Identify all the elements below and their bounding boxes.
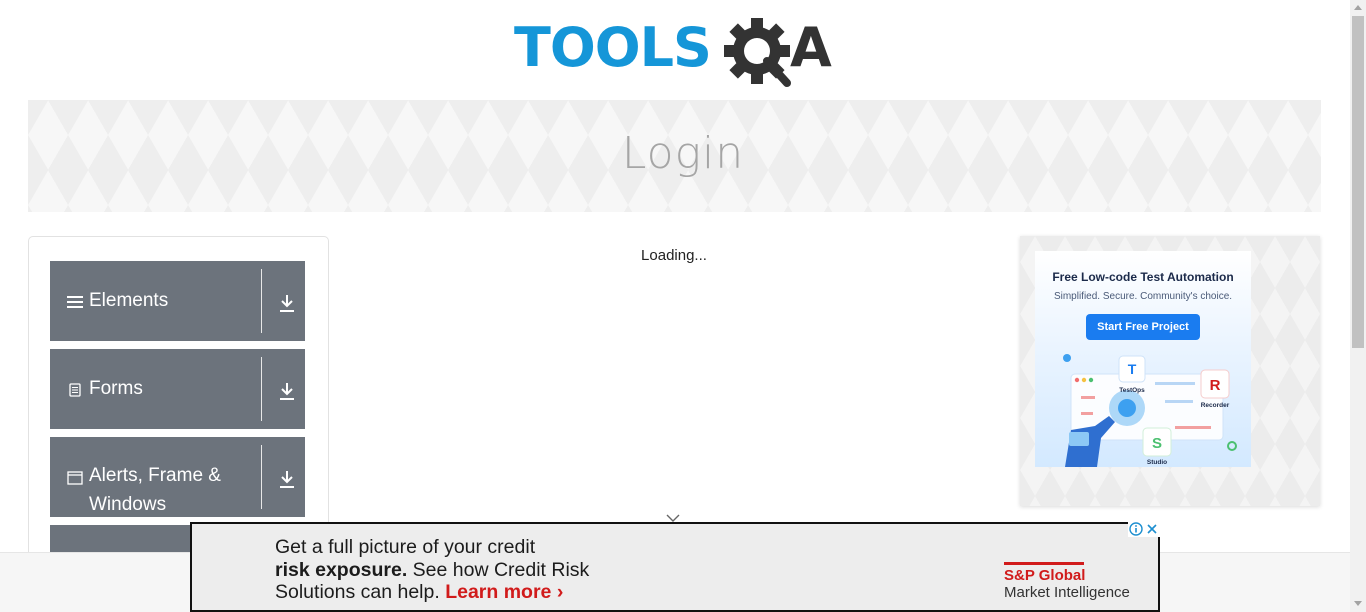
left-sidebar: Elements Forms Alerts, Frame & Windows bbox=[28, 236, 329, 566]
right-ad-frame: Free Low-code Test Automation Simplified… bbox=[1020, 236, 1320, 506]
sidebar-group-label: Elements bbox=[89, 290, 169, 311]
ad-recorder-label: Recorder bbox=[1201, 402, 1230, 409]
chevron-down-icon[interactable] bbox=[666, 508, 680, 522]
bottom-banner-ad[interactable]: Get a full picture of your credit risk e… bbox=[190, 522, 1160, 612]
download-icon[interactable] bbox=[278, 293, 296, 313]
ad-headline: Free Low-code Test Automation bbox=[1052, 270, 1234, 284]
logo-text-tools: TOOLS bbox=[514, 16, 711, 79]
close-icon[interactable] bbox=[1144, 521, 1160, 537]
svg-text:R: R bbox=[1210, 377, 1221, 394]
adchoices[interactable] bbox=[1128, 521, 1160, 537]
toolsqa-logo[interactable]: TOOLS A bbox=[514, 14, 840, 92]
divider bbox=[261, 357, 262, 421]
download-icon[interactable] bbox=[278, 469, 296, 489]
vertical-scrollbar[interactable] bbox=[1350, 0, 1366, 612]
sidebar-group-alerts-frame-windows[interactable]: Alerts, Frame & Windows bbox=[50, 437, 305, 517]
gear-icon bbox=[724, 18, 791, 87]
sp-global-logo[interactable]: S&P Global Market Intelligence bbox=[1004, 562, 1130, 602]
ad-subline: Simplified. Secure. Community's choice. bbox=[1053, 291, 1233, 302]
sidebar-group-label-line1: Alerts, Frame & bbox=[89, 465, 221, 486]
brand-line1: S&P Global bbox=[1004, 567, 1086, 584]
divider bbox=[261, 269, 262, 333]
start-free-project-button[interactable]: Start Free Project bbox=[1086, 314, 1200, 340]
logo-text-qa: A bbox=[790, 16, 832, 79]
sidebar-group-label: Forms bbox=[89, 378, 143, 399]
brand-line2: Market Intelligence bbox=[1004, 584, 1130, 601]
svg-text:S: S bbox=[1152, 435, 1162, 452]
katalon-ad[interactable]: Free Low-code Test Automation Simplified… bbox=[1035, 251, 1251, 467]
ad-studio-label: Studio bbox=[1147, 459, 1167, 466]
hamburger-icon bbox=[67, 294, 83, 310]
download-icon[interactable] bbox=[278, 381, 296, 401]
brand-bar bbox=[1004, 562, 1084, 565]
sidebar-group-label-line2: Windows bbox=[89, 494, 167, 515]
sidebar-group-elements[interactable]: Elements bbox=[50, 261, 305, 341]
info-icon[interactable] bbox=[1128, 521, 1144, 537]
scrollbar-thumb[interactable] bbox=[1352, 16, 1364, 348]
svg-text:T: T bbox=[1128, 361, 1137, 377]
window-icon bbox=[67, 470, 83, 486]
scroll-up-arrow-icon[interactable] bbox=[1354, 5, 1362, 10]
sidebar-group-forms[interactable]: Forms bbox=[50, 349, 305, 429]
divider bbox=[261, 445, 262, 509]
ad-copy-line2-bold: risk exposure. bbox=[275, 558, 408, 581]
document-icon bbox=[67, 382, 83, 398]
page-title: Login bbox=[621, 128, 745, 179]
ad-copy-line3: Solutions can help. bbox=[275, 581, 446, 603]
ad-testops-label: TestOps bbox=[1119, 387, 1145, 394]
ad-copy-line1: Get a full picture of your credit bbox=[275, 536, 536, 558]
ad-illustration: TestOps T R Recorder S Studio bbox=[1063, 354, 1237, 467]
learn-more-link[interactable]: Learn more › bbox=[445, 581, 563, 603]
ad-copy-line2-rest: See how Credit Risk bbox=[407, 558, 590, 581]
ad-copy: Get a full picture of your credit risk e… bbox=[275, 536, 589, 604]
scroll-down-arrow-icon[interactable] bbox=[1354, 601, 1362, 606]
loading-text: Loading... bbox=[641, 247, 707, 264]
